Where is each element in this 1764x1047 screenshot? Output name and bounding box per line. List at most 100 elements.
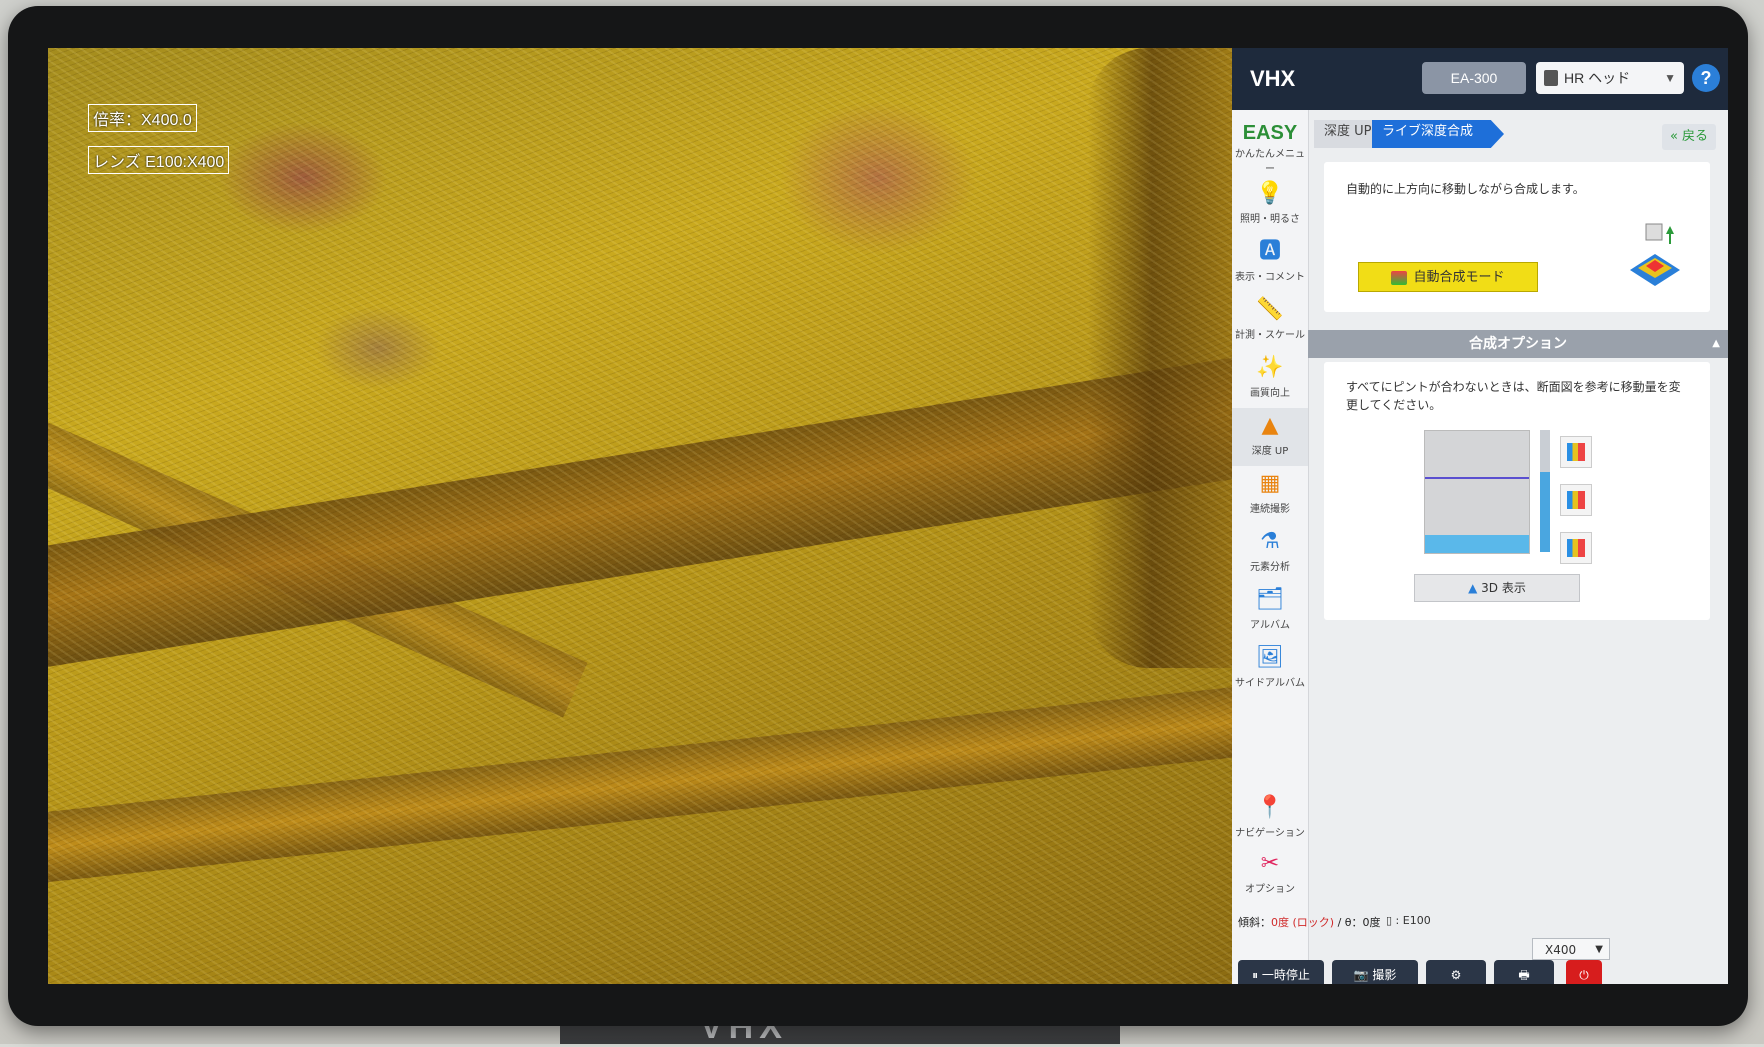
step-medium-button[interactable] [1560, 484, 1592, 516]
chevron-down-icon: ▼ [1595, 944, 1603, 955]
sidebar-item-label: 深度 UP [1251, 446, 1289, 457]
sidebar: EASY かんたんメニュー 💡 照明・明るさ 🅰 表示・コメント 📏 計測・スケ… [1232, 110, 1309, 984]
stitch-icon: ▦ [1259, 471, 1281, 496]
lens-value: E100 [1402, 914, 1431, 927]
bottom-toolbar: ⏸ 一時停止 📷 撮影 ⚙ 🖶 ⏻ [1232, 960, 1728, 984]
lens-icon: ▯ [1386, 914, 1393, 927]
sidebar-item-label: 画質向上 [1250, 388, 1290, 399]
movement-slider-fill [1540, 472, 1550, 552]
ruler-icon: 📏 [1256, 297, 1284, 322]
specimen-texture [48, 48, 1232, 984]
monitor-bezel: 倍率：X400.0 レンズ E100:X400 VHX EA-300 HR ヘッ… [8, 6, 1748, 1026]
camera-settings-icon: ⚙ [1450, 968, 1462, 982]
step-large-button[interactable] [1560, 436, 1592, 468]
sidebar-item-label: 元素分析 [1250, 562, 1290, 573]
easy-logo: EASY [1242, 122, 1298, 144]
sidebar-item-element-analysis[interactable]: ⚗ 元素分析 [1232, 524, 1308, 582]
zoom-value: X400 [1545, 943, 1577, 957]
live-image-view[interactable]: 倍率：X400.0 レンズ E100:X400 [48, 48, 1232, 984]
sidebar-item-lighting[interactable]: 💡 照明・明るさ [1232, 176, 1308, 234]
view-3d-label: 3D 表示 [1481, 581, 1526, 595]
lens-status: ▯ : E100 [1386, 914, 1431, 927]
sidebar-item-measure[interactable]: 📏 計測・スケール [1232, 292, 1308, 350]
navigation-icon: 📍 [1256, 795, 1284, 820]
sidebar-item-image-enhance[interactable]: ✨ 画質向上 [1232, 350, 1308, 408]
element-analysis-icon: ⚗ [1260, 529, 1280, 554]
sidebar-item-label: 表示・コメント [1235, 272, 1305, 283]
gauge-fill [1425, 535, 1529, 553]
sidebar-item-easy-menu[interactable]: EASY かんたんメニュー [1232, 116, 1308, 175]
theta-value: / θ：0度 [1337, 916, 1381, 929]
view-3d-button[interactable]: ▲ 3D 表示 [1414, 574, 1580, 602]
lens-label: レンズ E100:X400 [88, 146, 230, 174]
sidebar-item-display-comment[interactable]: 🅰 表示・コメント [1232, 234, 1308, 292]
camera-settings-button[interactable]: ⚙ [1426, 960, 1486, 984]
app-logo: VHX [1250, 66, 1296, 91]
zoom-select[interactable]: X400 ▼ [1532, 938, 1610, 960]
print-button[interactable]: 🖶 [1494, 960, 1554, 984]
sidebar-item-depth-up[interactable]: ▲ 深度 UP [1232, 408, 1308, 466]
tilt-status: 傾斜：0度 (ロック) / θ：0度 [1238, 914, 1381, 930]
compose-options-card: すべてにピントが合わないときは、断面図を参考に移動量を変更してください。 ▲ 3… [1324, 362, 1710, 620]
depth-stack-icon [1630, 223, 1680, 286]
sidebar-item-label: サイドアルバム [1235, 678, 1305, 689]
head-icon [1544, 70, 1558, 86]
sidebar-item-label: オプション [1245, 884, 1295, 895]
ea300-button[interactable]: EA-300 [1422, 62, 1526, 94]
pause-button[interactable]: ⏸ 一時停止 [1238, 960, 1324, 984]
auto-compose-description: 自動的に上方向に移動しながら合成します。 [1346, 182, 1585, 196]
compose-options-header[interactable]: 合成オプション ▲ [1308, 330, 1728, 358]
main-content: 深度 UP ライブ深度合成 « 戻る 自動的に上方向に移動しながら合成します。 … [1308, 110, 1728, 910]
control-panel: VHX EA-300 HR ヘッド ▼ ? EASY かんたんメニュー 💡 照明… [1232, 48, 1728, 984]
power-button[interactable]: ⏻ [1566, 960, 1602, 984]
sidebar-item-continuous-shoot[interactable]: ▦ 連続撮影 [1232, 466, 1308, 524]
printer-icon: 🖶 [1518, 968, 1530, 982]
sidebar-item-label: ナビゲーション [1235, 828, 1305, 839]
sidebar-item-label: 照明・明るさ [1240, 214, 1300, 225]
tilt-value: 0度 (ロック) [1271, 916, 1335, 929]
display-comment-icon: 🅰 [1258, 239, 1281, 264]
status-bar: 傾斜：0度 (ロック) / θ：0度 ▯ : E100 [1232, 908, 1728, 934]
auto-compose-mode-button[interactable]: 自動合成モード [1358, 262, 1538, 292]
sidebar-item-options[interactable]: ✂ オプション [1232, 846, 1308, 904]
cross-section-gauge [1424, 430, 1530, 554]
step-small-button[interactable] [1560, 532, 1592, 564]
depth-up-icon: ▲ [1261, 413, 1279, 438]
sidebar-item-label: 連続撮影 [1250, 504, 1290, 515]
auto-icon [1391, 270, 1408, 285]
sidebar-item-label: アルバム [1250, 620, 1290, 631]
head-select[interactable]: HR ヘッド ▼ [1536, 62, 1684, 94]
step-small-icon [1567, 539, 1585, 557]
step-medium-icon [1567, 491, 1585, 509]
back-button[interactable]: « 戻る [1662, 124, 1716, 150]
help-icon[interactable]: ? [1692, 64, 1720, 92]
sidebar-item-label: 計測・スケール [1235, 330, 1305, 341]
camera-icon: 📷 [1353, 968, 1369, 982]
top-bar: VHX EA-300 HR ヘッド ▼ ? [1232, 48, 1728, 110]
power-icon: ⏻ [1579, 968, 1589, 982]
pause-label: 一時停止 [1261, 968, 1310, 982]
sidebar-item-album[interactable]: 🗂 アルバム [1232, 582, 1308, 640]
compose-options-title: 合成オプション [1469, 336, 1567, 352]
sidebar-item-navigation[interactable]: 📍 ナビゲーション [1232, 790, 1308, 848]
sidebar-item-label: かんたんメニュー [1235, 149, 1305, 175]
head-select-value: HR ヘッド [1564, 70, 1631, 86]
chevron-down-icon: ▼ [1664, 71, 1676, 85]
auto-compose-card: 自動的に上方向に移動しながら合成します。 自動合成モード [1324, 162, 1710, 312]
capture-button[interactable]: 📷 撮影 [1332, 960, 1418, 984]
options-icon: ✂ [1260, 851, 1280, 876]
step-large-icon [1567, 443, 1585, 461]
auto-compose-mode-label: 自動合成モード [1413, 270, 1505, 285]
pause-icon: ⏸ [1252, 968, 1259, 982]
screen: 倍率：X400.0 レンズ E100:X400 VHX EA-300 HR ヘッ… [48, 48, 1728, 984]
back-label: 戻る [1682, 129, 1709, 144]
movement-slider[interactable] [1540, 430, 1550, 552]
magnification-label: 倍率：X400.0 [88, 104, 197, 132]
view-3d-icon: ▲ [1468, 581, 1478, 595]
capture-label: 撮影 [1372, 968, 1397, 982]
sidebar-item-side-album[interactable]: 🖼 サイドアルバム [1232, 640, 1308, 698]
tab-live-depth-compose[interactable]: ライブ深度合成 [1372, 120, 1504, 148]
side-album-icon: 🖼 [1256, 645, 1284, 670]
wand-icon: ✨ [1256, 355, 1284, 380]
tilt-label: 傾斜： [1238, 916, 1271, 929]
